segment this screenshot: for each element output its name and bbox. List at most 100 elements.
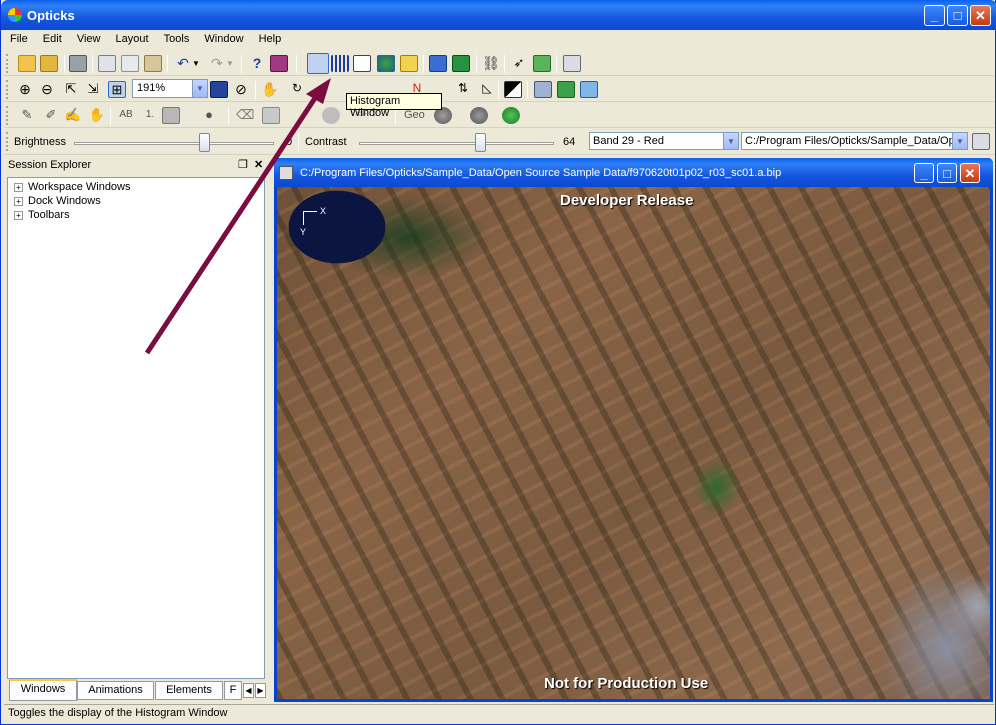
- band-select[interactable]: Band 29 - Red ▼: [589, 132, 739, 150]
- menu-edit[interactable]: Edit: [37, 30, 68, 45]
- zoom-in-icon[interactable]: ⊕: [16, 81, 34, 98]
- help-book-icon[interactable]: [270, 55, 288, 72]
- flip-icon[interactable]: ⇅: [454, 81, 472, 98]
- chevron-down-icon[interactable]: ▼: [192, 80, 207, 97]
- animation-icon[interactable]: [377, 55, 395, 72]
- open-file-icon[interactable]: [40, 55, 58, 72]
- measure-icon[interactable]: ◺: [478, 81, 496, 98]
- freehand-icon[interactable]: ✐: [42, 107, 60, 124]
- cascade-windows-icon[interactable]: [452, 55, 470, 72]
- tab-windows[interactable]: Windows: [9, 679, 77, 701]
- expand-icon[interactable]: +: [14, 210, 23, 220]
- dot-icon[interactable]: ●: [200, 107, 218, 124]
- tree-item-toolbars[interactable]: + Toolbars: [14, 209, 70, 221]
- pointer-icon[interactable]: ➶: [510, 55, 528, 72]
- fill-bucket-icon[interactable]: [322, 107, 340, 124]
- clear-icon[interactable]: [262, 107, 280, 124]
- contrast-slider-thumb[interactable]: [475, 133, 486, 152]
- display-properties-icon[interactable]: [972, 133, 990, 150]
- histogram-window-icon[interactable]: [331, 55, 349, 72]
- text-label-icon[interactable]: AB: [117, 109, 135, 126]
- geo-label[interactable]: Geo: [404, 109, 425, 121]
- separator: [64, 55, 65, 73]
- menu-tools[interactable]: Tools: [158, 30, 196, 45]
- tree-item-dock-windows[interactable]: + Dock Windows: [14, 195, 101, 207]
- brightness-slider[interactable]: [74, 142, 274, 145]
- toolbar-grip: [6, 80, 9, 99]
- layers-icon[interactable]: [533, 55, 551, 72]
- menu-window[interactable]: Window: [198, 30, 249, 45]
- add-pin-icon[interactable]: [502, 107, 520, 124]
- redo-dropdown-icon[interactable]: ▼: [226, 59, 234, 76]
- tab-scroll-right-icon[interactable]: ▶: [255, 683, 266, 698]
- pan-pointer-icon[interactable]: ⇲: [84, 81, 102, 98]
- minimize-button[interactable]: _: [924, 5, 945, 26]
- open-book-icon[interactable]: [353, 55, 371, 72]
- pin-icon[interactable]: [470, 107, 488, 124]
- close-button[interactable]: ✕: [970, 5, 991, 26]
- snapshot-icon[interactable]: [580, 81, 598, 98]
- properties-icon[interactable]: [563, 55, 581, 72]
- title-bar: Opticks _ □ ✕: [1, 0, 996, 30]
- opticks-logo-icon: [8, 8, 22, 22]
- watermark-top: Developer Release: [560, 192, 694, 209]
- zoom-to-fit-icon[interactable]: [210, 81, 228, 98]
- tab-animations[interactable]: Animations: [77, 681, 154, 700]
- brightness-slider-thumb[interactable]: [199, 133, 210, 152]
- open-folder-icon[interactable]: [18, 55, 36, 72]
- tile-windows-icon[interactable]: [429, 55, 447, 72]
- tab-elements[interactable]: Elements: [155, 681, 223, 700]
- color-icon[interactable]: [162, 107, 180, 124]
- copy-icon[interactable]: [121, 55, 139, 72]
- pencil-icon[interactable]: ✎: [18, 107, 36, 124]
- tab-more[interactable]: F: [224, 681, 242, 700]
- close-panel-icon[interactable]: ✕: [254, 158, 263, 171]
- print-icon[interactable]: [69, 55, 87, 72]
- notes-icon[interactable]: [400, 55, 418, 72]
- help-question-icon[interactable]: ?: [248, 55, 266, 72]
- tab-scroll-left-icon[interactable]: ◀: [243, 683, 254, 698]
- chevron-down-icon[interactable]: ▼: [952, 133, 967, 149]
- menu-help[interactable]: Help: [253, 30, 288, 45]
- paste-icon[interactable]: [144, 55, 162, 72]
- session-explorer-button[interactable]: [307, 53, 329, 74]
- undo-dropdown-icon[interactable]: ▼: [192, 59, 200, 76]
- file-select[interactable]: C:/Program Files/Opticks/Sample_Data/Ope…: [741, 132, 968, 150]
- image-maximize-button[interactable]: □: [937, 163, 957, 183]
- georeference-icon[interactable]: [534, 81, 552, 98]
- zoom-box-icon[interactable]: ⊞: [108, 81, 126, 98]
- menu-layout[interactable]: Layout: [110, 30, 155, 45]
- eraser-icon[interactable]: ⌫: [236, 107, 254, 124]
- expand-icon[interactable]: +: [14, 182, 23, 192]
- rotate-icon[interactable]: ↻: [288, 81, 306, 98]
- session-tabs: Windows Animations Elements F ◀ ▶: [7, 679, 269, 701]
- tree-item-workspace-windows[interactable]: + Workspace Windows: [14, 181, 131, 193]
- image-view[interactable]: X Y Developer Release Not for Production…: [277, 187, 990, 699]
- separator: [556, 55, 557, 73]
- redo-icon[interactable]: ↷: [208, 55, 226, 72]
- pan-hand-icon[interactable]: ✋: [261, 81, 279, 98]
- contrast-slider[interactable]: [359, 142, 554, 145]
- axis-x-label: X: [320, 206, 327, 216]
- expand-icon[interactable]: +: [14, 196, 23, 206]
- chevron-down-icon[interactable]: ▼: [723, 133, 738, 149]
- undock-icon[interactable]: ❐: [238, 158, 248, 171]
- menu-view[interactable]: View: [71, 30, 107, 45]
- refresh-icon[interactable]: [557, 81, 575, 98]
- contrast-stretch-icon[interactable]: [504, 81, 522, 98]
- numbering-icon[interactable]: 1.: [141, 109, 159, 126]
- separator: [504, 55, 505, 73]
- image-minimize-button[interactable]: _: [914, 163, 934, 183]
- image-close-button[interactable]: ✕: [960, 163, 980, 183]
- undo-icon[interactable]: ↶: [174, 55, 192, 72]
- menu-file[interactable]: File: [4, 30, 34, 45]
- zoom-out-icon[interactable]: ⊖: [38, 81, 56, 98]
- link-icon[interactable]: ⛓: [482, 55, 500, 72]
- cut-icon[interactable]: [98, 55, 116, 72]
- zoom-rect-pointer-icon[interactable]: ⇱: [62, 81, 80, 98]
- maximize-button[interactable]: □: [947, 5, 968, 26]
- fill-icon[interactable]: ✍: [64, 107, 82, 124]
- zoom-reset-icon[interactable]: ⊘: [232, 81, 250, 98]
- move-hand-icon[interactable]: ✋: [88, 107, 106, 124]
- zoom-combo[interactable]: 191% ▼: [132, 79, 208, 98]
